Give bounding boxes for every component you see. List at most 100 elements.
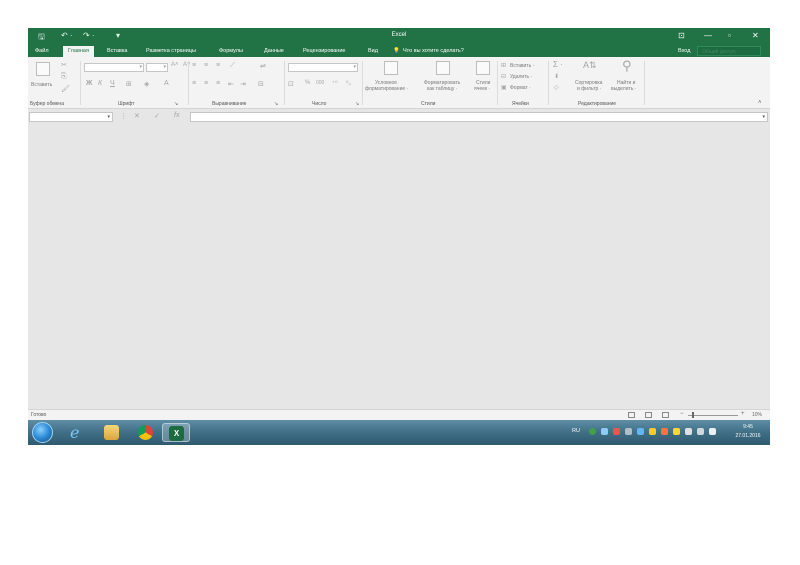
tray-app-icon[interactable] — [613, 428, 620, 435]
shrink-font-icon[interactable]: A˅ — [183, 62, 191, 68]
page-break-view-icon[interactable] — [662, 412, 669, 418]
normal-view-icon[interactable] — [628, 412, 635, 418]
insert-cells-icon[interactable]: ⊞ — [501, 62, 506, 69]
grow-font-icon[interactable]: A˄ — [171, 62, 179, 68]
tab-insert[interactable]: Вставка — [107, 48, 127, 54]
copy-icon[interactable]: ⎘ — [61, 73, 67, 81]
tray-app-icon[interactable] — [673, 428, 680, 435]
language-indicator[interactable]: RU — [572, 428, 580, 434]
cell-styles-icon[interactable] — [476, 61, 490, 75]
share-button[interactable]: Общий доступ — [697, 46, 761, 56]
decrease-indent-icon[interactable]: ⇤ — [228, 80, 234, 88]
tell-me-search[interactable]: Что вы хотите сделать? — [403, 48, 464, 54]
insert-function-icon[interactable]: fx — [174, 112, 179, 119]
format-cells-icon[interactable]: ▣ — [501, 84, 507, 91]
underline-button[interactable]: Ч — [110, 80, 115, 87]
align-right-icon[interactable]: ≡ — [216, 80, 220, 87]
accounting-format-icon[interactable]: ⊡ — [288, 80, 294, 88]
formula-input[interactable]: ▾ — [190, 112, 768, 122]
cell-styles-label-2[interactable]: ячеек · — [474, 86, 490, 92]
wrap-text-icon[interactable]: ⇌ — [260, 62, 266, 70]
tab-home[interactable]: Главная — [63, 46, 94, 57]
find-select-icon[interactable]: ⚲ — [622, 58, 632, 74]
cut-icon[interactable]: ✂ — [61, 61, 67, 69]
align-bottom-icon[interactable]: ≡ — [216, 62, 220, 69]
find-select-label-2[interactable]: выделить · — [611, 86, 636, 92]
tab-file[interactable]: Файл — [35, 48, 49, 54]
autosum-icon[interactable]: Σ · — [553, 60, 563, 69]
align-center-icon[interactable]: ≡ — [204, 80, 208, 87]
tray-volume-icon[interactable] — [709, 428, 716, 435]
bold-button[interactable]: Ж — [86, 80, 92, 87]
zoom-in-button[interactable]: + — [741, 411, 745, 417]
zoom-level[interactable]: 10% — [752, 412, 762, 418]
paste-label[interactable]: Вставить — [31, 82, 52, 88]
font-name-select[interactable]: ▾ — [84, 63, 144, 72]
conditional-formatting-label-2[interactable]: форматирование · — [365, 86, 408, 92]
decrease-decimal-icon[interactable]: ⁰₀ — [346, 80, 351, 87]
maximize-button[interactable]: ▫ — [728, 31, 731, 40]
format-as-table-icon[interactable] — [436, 61, 450, 75]
taskbar-excel[interactable]: X — [162, 423, 190, 442]
align-top-icon[interactable]: ≡ — [192, 62, 196, 69]
zoom-out-button[interactable]: − — [680, 411, 684, 417]
zoom-slider[interactable] — [688, 415, 738, 416]
paste-icon[interactable] — [36, 62, 50, 76]
tray-flag-icon[interactable] — [685, 428, 692, 435]
page-layout-view-icon[interactable] — [645, 412, 652, 418]
delete-cells-icon[interactable]: ⊟ — [501, 73, 506, 80]
tab-data[interactable]: Данные — [264, 48, 284, 54]
cancel-icon[interactable]: ✕ — [134, 112, 140, 120]
clock-date[interactable]: 27.01.2016 — [730, 433, 766, 439]
format-as-table-label-2[interactable]: как таблицу · — [427, 86, 457, 92]
increase-indent-icon[interactable]: ⇥ — [240, 80, 246, 88]
fill-color-icon[interactable]: ◈ — [144, 80, 149, 88]
tray-network-app-icon[interactable] — [589, 428, 596, 435]
collapse-ribbon-icon[interactable]: ˄ — [758, 100, 762, 106]
zoom-slider-thumb[interactable] — [692, 412, 694, 418]
tab-view[interactable]: Вид — [368, 48, 378, 54]
tray-network-icon[interactable] — [697, 428, 704, 435]
font-color-icon[interactable]: A — [164, 80, 169, 87]
insert-cells-label[interactable]: Вставить · — [510, 63, 534, 69]
format-painter-icon[interactable]: 🖌 — [61, 85, 70, 93]
align-middle-icon[interactable]: ≡ — [204, 62, 208, 69]
conditional-formatting-icon[interactable] — [384, 61, 398, 75]
taskbar-ie[interactable]: e — [62, 423, 90, 442]
clear-icon[interactable]: ◇ — [554, 84, 559, 91]
number-dialog-launcher-icon[interactable]: ↘ — [355, 101, 359, 107]
start-button[interactable] — [32, 422, 53, 443]
enter-icon[interactable]: ✓ — [154, 112, 160, 120]
name-box[interactable]: ▾ — [29, 112, 113, 122]
increase-decimal-icon[interactable]: ⁺⁰ — [332, 80, 338, 87]
font-size-select[interactable]: ▾ — [146, 63, 168, 72]
number-format-select[interactable]: ▾ — [288, 63, 358, 72]
tray-app-icon[interactable] — [649, 428, 656, 435]
sort-filter-icon[interactable]: A⇅ — [583, 60, 597, 71]
tab-page-layout[interactable]: Разметка страницы — [146, 48, 196, 54]
taskbar-chrome[interactable] — [132, 423, 160, 442]
alignment-dialog-launcher-icon[interactable]: ↘ — [274, 101, 278, 107]
tray-app-icon[interactable] — [637, 428, 644, 435]
sort-filter-label-2[interactable]: и фильтр · — [577, 86, 601, 92]
fill-icon[interactable]: ⬇ — [554, 73, 559, 80]
font-dialog-launcher-icon[interactable]: ↘ — [174, 101, 178, 107]
tab-review[interactable]: Рецензирование — [303, 48, 345, 54]
clock-time[interactable]: 9:45 — [730, 424, 766, 430]
orientation-icon[interactable]: ⟋ — [230, 62, 235, 70]
tab-formulas[interactable]: Формулы — [219, 48, 243, 54]
minimize-button[interactable]: — — [704, 31, 712, 40]
close-button[interactable]: ✕ — [752, 31, 759, 40]
percent-style-button[interactable]: % — [305, 80, 310, 86]
delete-cells-label[interactable]: Удалить · — [510, 74, 532, 80]
format-cells-label[interactable]: Формат · — [510, 85, 531, 91]
sign-in-link[interactable]: Вход — [678, 48, 690, 54]
tray-app-icon[interactable] — [625, 428, 632, 435]
ribbon-display-options-icon[interactable]: ⊡ — [678, 31, 685, 40]
borders-icon[interactable]: ⊞ — [126, 80, 132, 88]
merge-center-icon[interactable]: ⊟ — [258, 80, 264, 88]
comma-style-button[interactable]: 000 — [316, 80, 324, 86]
tray-app-icon[interactable] — [601, 428, 608, 435]
taskbar-explorer[interactable] — [98, 423, 126, 442]
italic-button[interactable]: К — [98, 80, 102, 87]
